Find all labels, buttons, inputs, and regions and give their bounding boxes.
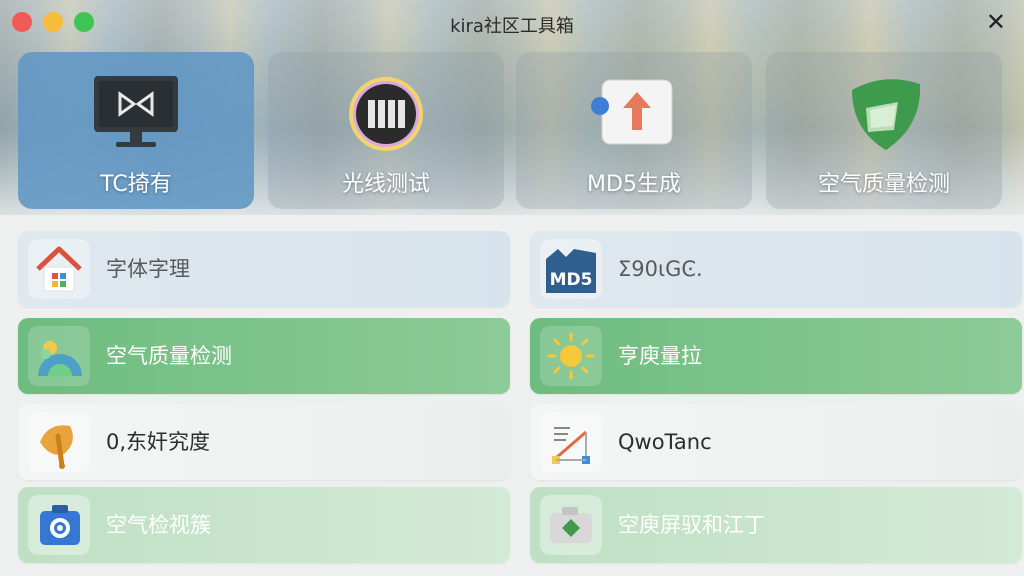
tile-label: MD5生成	[587, 172, 681, 197]
tile-light-test[interactable]: 光线测试	[268, 52, 504, 209]
tile-md5[interactable]: MD5生成	[516, 52, 752, 209]
list-item[interactable]: MD5 Σ90ιGϾ.	[530, 231, 1022, 307]
tile-air-quality[interactable]: 空气质量检测	[766, 52, 1002, 209]
list-item-label: 空庾屏驭和江丁	[618, 513, 765, 537]
monitor-icon	[90, 74, 182, 152]
tile-tc[interactable]: TC掎有	[18, 52, 254, 209]
window-title: kira社区工具箱	[450, 16, 574, 37]
list-item-label: 空气检视簇	[106, 513, 211, 537]
upload-arrow-icon	[588, 74, 680, 152]
title-bar: kira社区工具箱 ✕	[0, 0, 1024, 46]
camera-icon	[540, 495, 602, 555]
tile-label: TC掎有	[100, 172, 172, 197]
list-item[interactable]: QwoTanc	[530, 404, 1022, 480]
leaf-icon	[28, 412, 90, 472]
list-item[interactable]: 亨庾量拉	[530, 318, 1022, 394]
light-test-icon	[340, 74, 432, 152]
list-item-label: QwoTanc	[618, 430, 712, 454]
list-item[interactable]: 空气检视簇	[18, 487, 510, 563]
list-item[interactable]: 空庾屏驭和江丁	[530, 487, 1022, 563]
list-item-label: 空气质量检测	[106, 344, 232, 368]
md5-icon: MD5	[540, 239, 602, 299]
gear-toolbox-icon	[28, 495, 90, 555]
tile-label: 空气质量检测	[817, 172, 950, 197]
sun-icon	[540, 326, 602, 386]
list-item-label: 亨庾量拉	[618, 344, 702, 368]
list-item[interactable]: 0,东奸究度	[18, 404, 510, 480]
house-icon	[28, 239, 90, 299]
air-globe-icon	[28, 326, 90, 386]
list-item-label: 0,东奸究度	[106, 430, 211, 454]
diagram-brush-icon	[540, 412, 602, 472]
app-window: kira社区工具箱 ✕ TC掎有 光线测试 MD5生成 空气质量检测 字体字理 …	[0, 0, 1024, 576]
tile-label: 光线测试	[341, 172, 430, 197]
close-icon[interactable]: ✕	[986, 8, 1006, 36]
svg-text:MD5: MD5	[550, 270, 593, 290]
list-item[interactable]: 字体字理	[18, 231, 510, 307]
list-item-label: 字体字理	[106, 257, 190, 281]
list-item[interactable]: 空气质量检测	[18, 318, 510, 394]
tool-tiles: TC掎有 光线测试 MD5生成 空气质量检测	[0, 52, 1024, 212]
green-shield-icon	[838, 74, 930, 152]
list-item-label: Σ90ιGϾ.	[618, 257, 703, 281]
